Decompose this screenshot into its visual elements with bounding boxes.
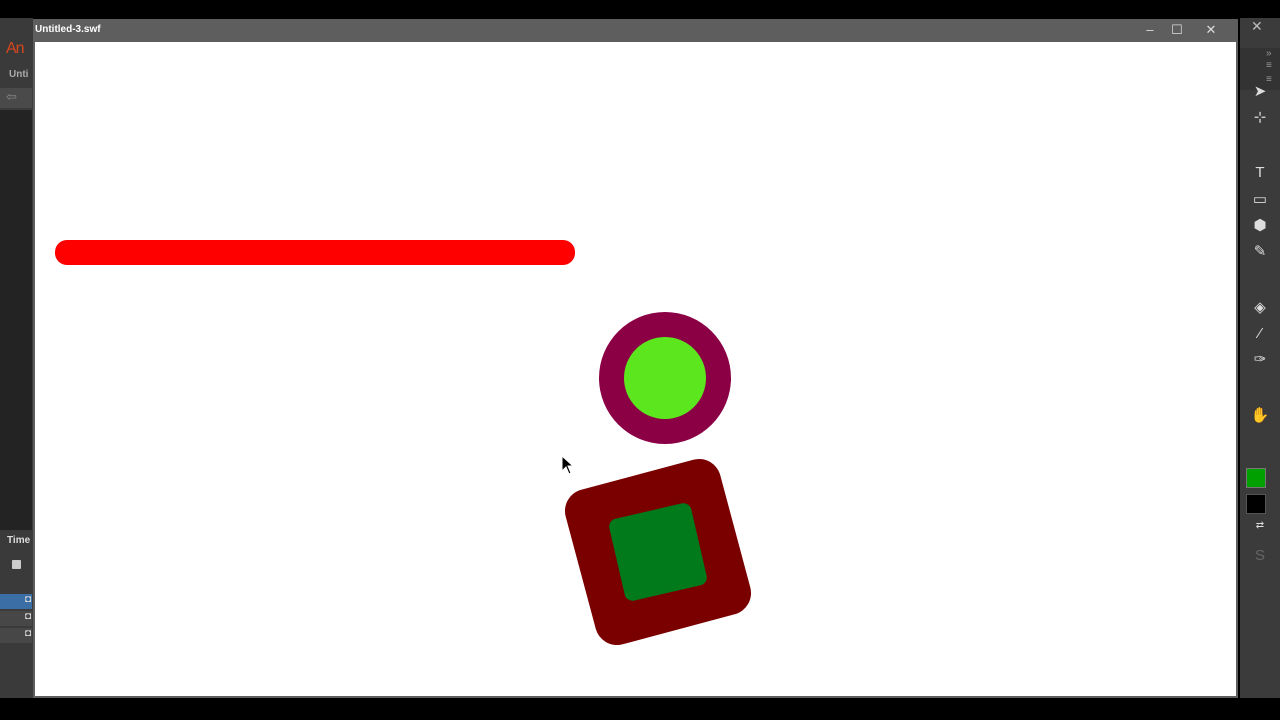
- text-tool-icon[interactable]: T: [1250, 163, 1270, 183]
- animate-left-panel: An Unti ⇦ Time ◘ ◘ ◘: [0, 18, 33, 698]
- close-button[interactable]: ✕: [1199, 21, 1223, 39]
- window-title: Untitled-3.swf: [35, 24, 101, 35]
- minimize-button[interactable]: –: [1138, 21, 1162, 39]
- red-bar-shape: [55, 240, 575, 265]
- rounded-square-shape: [560, 454, 756, 650]
- circle-inner-shape: [624, 337, 706, 419]
- paint-bucket-icon[interactable]: ◈: [1250, 298, 1270, 318]
- timeline-panel-label[interactable]: Time: [7, 535, 30, 546]
- animate-logo: An: [6, 40, 25, 57]
- rectangle-tool-icon[interactable]: ▭: [1250, 190, 1270, 210]
- arrow-left-icon: ⇦: [6, 89, 17, 104]
- layer-icon: ◘: [24, 611, 31, 622]
- square-inner-shape: [607, 501, 709, 603]
- bottom-black-strip: [0, 698, 1280, 720]
- left-dark-panel: [0, 110, 32, 530]
- maximize-button[interactable]: ☐: [1165, 21, 1189, 39]
- polystar-tool-icon[interactable]: ⬢: [1250, 216, 1270, 236]
- subselection-tool-icon[interactable]: ⊹: [1250, 108, 1270, 128]
- top-black-strip: [0, 0, 1280, 18]
- panel-collapse-icon[interactable]: »: [1266, 48, 1272, 59]
- document-tab[interactable]: Unti: [9, 69, 28, 80]
- timeline-layer-row[interactable]: ◘: [0, 611, 32, 626]
- brush-tool-icon[interactable]: ✎: [1250, 242, 1270, 262]
- back-button[interactable]: ⇦: [0, 88, 32, 108]
- selection-tool-icon[interactable]: ➤: [1250, 82, 1270, 102]
- bone-tool-icon[interactable]: ✑: [1250, 350, 1270, 370]
- stroke-color-swatch[interactable]: [1246, 468, 1266, 488]
- flash-player-window: Untitled-3.swf – ☐ ✕: [33, 19, 1238, 698]
- eyedropper-icon[interactable]: ⁄: [1250, 324, 1270, 344]
- tools-panel: ✕ » ≡ ≡ ➤ ⊹ T ▭ ⬢ ✎ ◈ ⁄ ✑ ✋ ⇄ S: [1240, 18, 1280, 698]
- mouse-cursor-icon: [561, 455, 575, 475]
- timeline-layer-row[interactable]: ◘: [0, 628, 32, 643]
- fill-color-swatch[interactable]: [1246, 494, 1266, 514]
- panel-menu-icon[interactable]: ≡: [1266, 60, 1272, 71]
- panel-close-icon[interactable]: ✕: [1251, 18, 1263, 35]
- timeline-layer-row[interactable]: ◘: [0, 594, 32, 609]
- circle-ring-shape: [599, 312, 731, 444]
- layer-icon: ◘: [24, 594, 31, 605]
- stage-canvas[interactable]: [35, 42, 1236, 696]
- snap-icon[interactable]: S: [1250, 546, 1270, 566]
- layer-icon: ◘: [24, 628, 31, 639]
- new-layer-icon[interactable]: [12, 560, 21, 569]
- hand-tool-icon[interactable]: ✋: [1250, 406, 1270, 426]
- swap-colors-icon[interactable]: ⇄: [1250, 516, 1270, 536]
